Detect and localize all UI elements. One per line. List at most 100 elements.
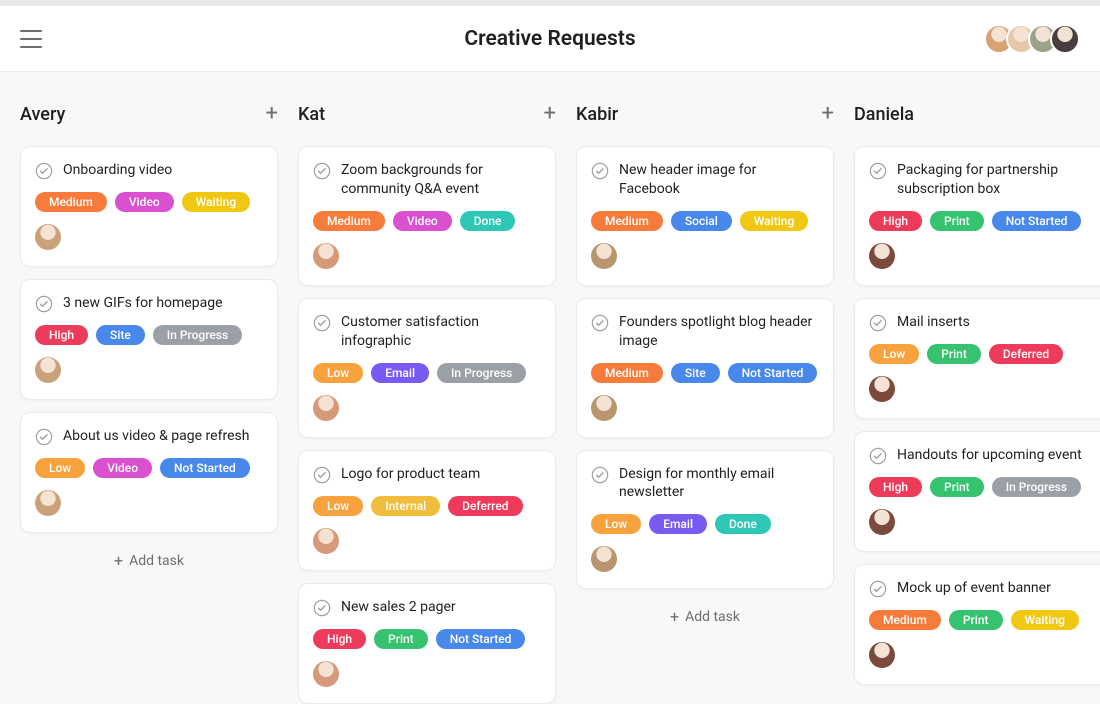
tag-pill[interactable]: Video bbox=[393, 211, 452, 231]
tag-pill[interactable]: Internal bbox=[371, 496, 440, 516]
task-card[interactable]: 3 new GIFs for homepageHighSiteIn Progre… bbox=[20, 279, 278, 400]
tag-pill[interactable]: High bbox=[35, 325, 88, 345]
complete-check-icon[interactable] bbox=[869, 580, 887, 598]
tag-row: Low Internal Deferred bbox=[313, 496, 541, 516]
tag-pill[interactable]: Medium bbox=[869, 610, 941, 630]
avatar[interactable] bbox=[869, 642, 895, 668]
complete-check-icon[interactable] bbox=[35, 162, 53, 180]
task-card[interactable]: New sales 2 pagerHighPrintNot Started bbox=[298, 583, 556, 704]
tag-pill[interactable]: Email bbox=[649, 514, 707, 534]
task-card[interactable]: Customer satisfaction infographicLowEmai… bbox=[298, 298, 556, 438]
tag-pill[interactable]: Print bbox=[930, 211, 984, 231]
task-card[interactable]: New header image for FacebookMediumSocia… bbox=[576, 146, 834, 286]
tag-row: High Print Not Started bbox=[869, 211, 1097, 231]
complete-check-icon[interactable] bbox=[313, 162, 331, 180]
complete-check-icon[interactable] bbox=[35, 428, 53, 446]
avatar[interactable] bbox=[313, 661, 339, 687]
tag-pill[interactable]: Medium bbox=[591, 211, 663, 231]
avatar[interactable] bbox=[869, 243, 895, 269]
task-card[interactable]: About us video & page refreshLowVideoNot… bbox=[20, 412, 278, 533]
complete-check-icon[interactable] bbox=[313, 466, 331, 484]
tag-pill[interactable]: In Progress bbox=[153, 325, 242, 345]
tag-pill[interactable]: Deferred bbox=[989, 344, 1063, 364]
task-card[interactable]: Zoom backgrounds for community Q&A event… bbox=[298, 146, 556, 286]
tag-pill[interactable]: Done bbox=[715, 514, 771, 534]
complete-check-icon[interactable] bbox=[591, 314, 609, 332]
tag-pill[interactable]: Print bbox=[374, 629, 428, 649]
avatar[interactable] bbox=[591, 395, 617, 421]
avatar[interactable] bbox=[35, 224, 61, 250]
tag-pill[interactable]: Low bbox=[591, 514, 641, 534]
complete-check-icon[interactable] bbox=[313, 314, 331, 332]
avatar[interactable] bbox=[869, 376, 895, 402]
tag-pill[interactable]: Site bbox=[96, 325, 145, 345]
avatar[interactable] bbox=[869, 509, 895, 535]
assignee bbox=[313, 528, 541, 558]
tag-pill[interactable]: Not Started bbox=[160, 458, 250, 478]
avatar[interactable] bbox=[591, 243, 617, 269]
collaborator-avatars[interactable] bbox=[984, 24, 1080, 54]
add-card-button[interactable]: + bbox=[822, 103, 834, 125]
avatar[interactable] bbox=[313, 243, 339, 269]
complete-check-icon[interactable] bbox=[591, 162, 609, 180]
tag-pill[interactable]: Done bbox=[460, 211, 516, 231]
avatar[interactable] bbox=[35, 490, 61, 516]
tag-pill[interactable]: Video bbox=[93, 458, 152, 478]
task-card[interactable]: Packaging for partnership subscription b… bbox=[854, 146, 1100, 286]
tag-pill[interactable]: Low bbox=[869, 344, 919, 364]
tag-pill[interactable]: Site bbox=[671, 363, 720, 383]
complete-check-icon[interactable] bbox=[869, 162, 887, 180]
tag-pill[interactable]: Waiting bbox=[740, 211, 808, 231]
tag-pill[interactable]: High bbox=[313, 629, 366, 649]
tag-pill[interactable]: Low bbox=[313, 363, 363, 383]
tag-pill[interactable]: In Progress bbox=[992, 477, 1081, 497]
avatar[interactable] bbox=[313, 528, 339, 554]
task-card[interactable]: Mock up of event bannerMediumPrintWaitin… bbox=[854, 564, 1100, 685]
tag-pill[interactable]: Not Started bbox=[992, 211, 1082, 231]
tag-pill[interactable]: Waiting bbox=[182, 192, 250, 212]
complete-check-icon[interactable] bbox=[313, 599, 331, 617]
tag-pill[interactable]: Email bbox=[371, 363, 429, 383]
task-card[interactable]: Handouts for upcoming eventHighPrintIn P… bbox=[854, 431, 1100, 552]
tag-pill[interactable]: Print bbox=[930, 477, 984, 497]
complete-check-icon[interactable] bbox=[35, 295, 53, 313]
task-card[interactable]: Design for monthly email newsletterLowEm… bbox=[576, 450, 834, 590]
tag-pill[interactable]: Waiting bbox=[1011, 610, 1079, 630]
tag-pill[interactable]: Low bbox=[313, 496, 363, 516]
add-task-button[interactable]: +Add task bbox=[20, 543, 278, 578]
complete-check-icon[interactable] bbox=[869, 447, 887, 465]
tag-pill[interactable]: Medium bbox=[591, 363, 663, 383]
avatar[interactable] bbox=[313, 395, 339, 421]
tag-pill[interactable]: Low bbox=[35, 458, 85, 478]
add-task-button[interactable]: +Add task bbox=[576, 599, 834, 634]
assignee bbox=[35, 490, 263, 520]
task-card[interactable]: Founders spotlight blog header imageMedi… bbox=[576, 298, 834, 438]
tag-pill[interactable]: High bbox=[869, 211, 922, 231]
tag-pill[interactable]: Deferred bbox=[448, 496, 522, 516]
tag-pill[interactable]: High bbox=[869, 477, 922, 497]
avatar[interactable] bbox=[1050, 24, 1080, 54]
complete-check-icon[interactable] bbox=[591, 466, 609, 484]
tag-pill[interactable]: Medium bbox=[313, 211, 385, 231]
tag-pill[interactable]: Print bbox=[927, 344, 981, 364]
board-column: Avery+Onboarding videoMediumVideoWaiting… bbox=[20, 100, 278, 704]
tag-row: Low Video Not Started bbox=[35, 458, 263, 478]
tag-pill[interactable]: Video bbox=[115, 192, 174, 212]
assignee bbox=[313, 661, 541, 691]
task-card[interactable]: Mail insertsLowPrintDeferred bbox=[854, 298, 1100, 419]
tag-pill[interactable]: Not Started bbox=[436, 629, 526, 649]
tag-pill[interactable]: Not Started bbox=[728, 363, 818, 383]
avatar[interactable] bbox=[35, 357, 61, 383]
task-card[interactable]: Onboarding videoMediumVideoWaiting bbox=[20, 146, 278, 267]
plus-icon: + bbox=[114, 551, 123, 570]
tag-pill[interactable]: Medium bbox=[35, 192, 107, 212]
task-card[interactable]: Logo for product teamLowInternalDeferred bbox=[298, 450, 556, 571]
add-card-button[interactable]: + bbox=[266, 103, 278, 125]
tag-pill[interactable]: In Progress bbox=[437, 363, 526, 383]
complete-check-icon[interactable] bbox=[869, 314, 887, 332]
tag-pill[interactable]: Social bbox=[671, 211, 732, 231]
menu-icon[interactable] bbox=[20, 30, 42, 48]
tag-pill[interactable]: Print bbox=[949, 610, 1003, 630]
add-card-button[interactable]: + bbox=[544, 103, 556, 125]
avatar[interactable] bbox=[591, 546, 617, 572]
